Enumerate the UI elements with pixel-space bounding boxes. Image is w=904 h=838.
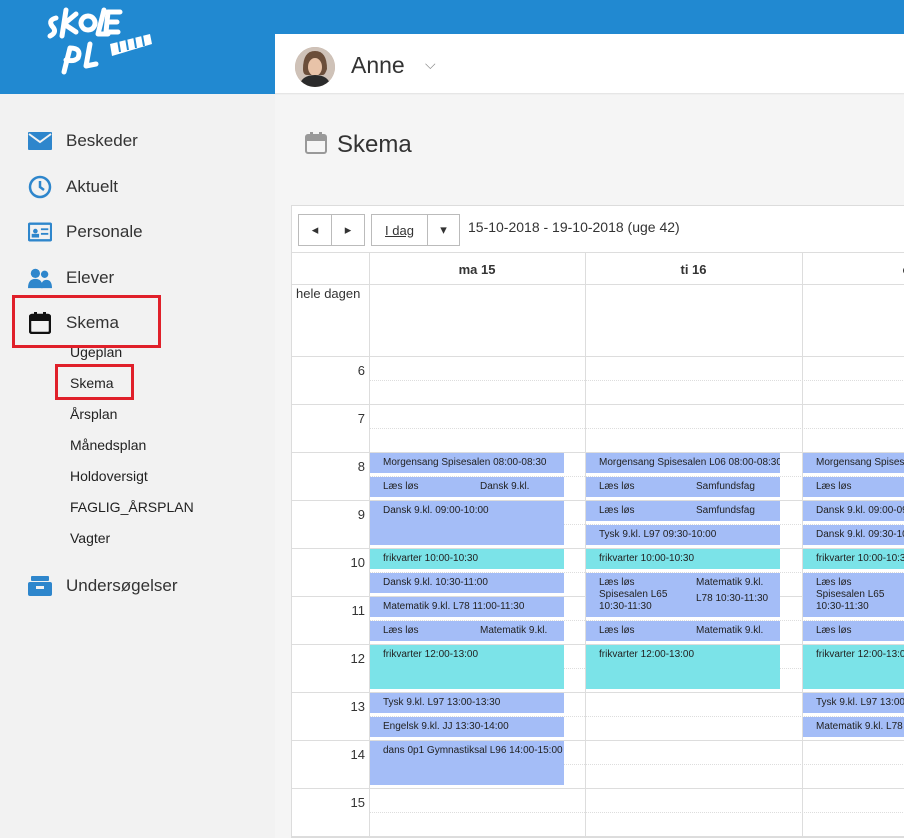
sidebar-subitem-faglig-aarsplan[interactable]: FAGLIG_ÅRSPLAN xyxy=(70,499,194,515)
skoleplan-logo[interactable] xyxy=(42,4,154,84)
inbox-icon xyxy=(28,574,52,598)
calendar-event[interactable]: Matematik 9.kl. L78 13:30-14:00 xyxy=(803,717,904,737)
users-icon xyxy=(28,266,52,290)
today-button[interactable]: I dag xyxy=(371,214,428,246)
prev-week-button[interactable]: ◂ xyxy=(298,214,332,246)
sidebar-item-personale[interactable]: Personale xyxy=(28,217,143,247)
calendar-event-break[interactable]: frikvarter 12:00-13:00 xyxy=(370,645,564,689)
calendar-event-break[interactable]: frikvarter 10:00-10:30 xyxy=(803,549,904,569)
view-dropdown-button[interactable]: ▾ xyxy=(427,214,460,246)
calendar-event-break[interactable]: frikvarter 12:00-13:00 xyxy=(586,645,780,689)
logo-area xyxy=(0,0,275,94)
calendar-event[interactable]: Læs løs Samfundsfag xyxy=(586,477,780,497)
grid-line xyxy=(802,252,803,837)
sidebar-item-elever[interactable]: Elever xyxy=(28,263,114,293)
hour-grid-line xyxy=(292,836,904,837)
sidebar: Beskeder Aktuelt Personale Elever Skema … xyxy=(0,94,275,838)
calendar-event[interactable]: Engelsk 9.kl. JJ 13:30-14:00 xyxy=(370,717,564,737)
calendar-event[interactable]: Tysk 9.kl. L97 09:30-10:00 xyxy=(586,525,780,545)
calendar-event[interactable]: Læs løs Spisesalen L65 10:30-11:30 Matem… xyxy=(586,573,780,617)
hour-label: 10 xyxy=(350,555,365,570)
envelope-icon xyxy=(28,129,52,153)
sidebar-item-label: Aktuelt xyxy=(66,177,118,196)
sidebar-item-label: Personale xyxy=(66,222,143,241)
sidebar-item-undersoegelser[interactable]: Undersøgelser xyxy=(28,571,178,601)
hour-label: 8 xyxy=(357,459,365,474)
sidebar-subitem-holdoversigt[interactable]: Holdoversigt xyxy=(70,468,148,484)
sidebar-subitem-maanedsplan[interactable]: Månedsplan xyxy=(70,437,146,453)
day-header-mon[interactable]: ma 15 xyxy=(369,254,585,284)
calendar-event[interactable]: Dansk 9.kl. 09:30-10:00 xyxy=(803,525,904,545)
sidebar-subitem-aarsplan[interactable]: Årsplan xyxy=(70,406,117,422)
user-header: Anne ⌵ xyxy=(275,34,904,94)
hour-label: 11 xyxy=(351,603,366,618)
all-day-label: hele dagen xyxy=(296,286,361,301)
next-week-button[interactable]: ▸ xyxy=(331,214,365,246)
grid-line xyxy=(585,252,586,837)
calendar-event[interactable]: Tysk 9.kl. L97 13:00-13:30 xyxy=(803,693,904,713)
highlight-box-skema xyxy=(12,295,161,348)
calendar-event-break[interactable]: frikvarter 12:00-13:00 xyxy=(803,645,904,689)
calendar-event[interactable]: Morgensang Spisesalen 08:00-08:30 xyxy=(370,453,564,473)
calendar-event[interactable]: Læs løs Dansk 9.kl. xyxy=(370,477,564,497)
hour-label: 13 xyxy=(350,699,365,714)
user-name[interactable]: Anne xyxy=(351,52,405,79)
grid-line xyxy=(292,252,904,253)
half-hour-grid-line xyxy=(369,812,904,813)
calendar-event[interactable]: Læs løs xyxy=(803,477,904,497)
date-range: 15-10-2018 - 19-10-2018 (uge 42) xyxy=(468,219,680,235)
page-title: Skema xyxy=(337,131,412,158)
calendar-event[interactable]: Dansk 9.kl. 09:00-09:30 xyxy=(803,501,904,521)
calendar-event[interactable]: Morgensang Spisesalen xyxy=(803,453,904,473)
sidebar-subitem-vagter[interactable]: Vagter xyxy=(70,530,110,546)
calendar-event[interactable]: Tysk 9.kl. L97 13:00-13:30 xyxy=(370,693,564,713)
sidebar-item-label: Elever xyxy=(66,268,115,287)
hour-label: 6 xyxy=(357,363,365,378)
calendar-event-break[interactable]: frikvarter 10:00-10:30 xyxy=(370,549,564,569)
calendar-event[interactable]: Dansk 9.kl. 10:30-11:00 xyxy=(370,573,564,593)
sidebar-item-label: Beskeder xyxy=(66,131,138,150)
clock-icon xyxy=(28,175,52,199)
grid-line xyxy=(292,356,904,357)
half-hour-grid-line xyxy=(369,380,904,381)
day-header-tue[interactable]: ti 16 xyxy=(585,254,802,284)
id-card-icon xyxy=(28,220,52,244)
calendar-event[interactable]: Læs løs Spisesalen L65 10:30-11:30 xyxy=(803,573,904,617)
hour-label: 7 xyxy=(357,411,365,426)
avatar[interactable] xyxy=(295,47,335,87)
hour-label: 9 xyxy=(357,507,365,522)
calendar-event-break[interactable]: frikvarter 10:00-10:30 xyxy=(586,549,780,569)
calendar-event[interactable]: dans 0p1 Gymnastiksal L96 14:00-15:00 xyxy=(370,741,564,785)
calendar-icon xyxy=(305,131,327,159)
calendar-event[interactable]: Dansk 9.kl. 09:00-10:00 xyxy=(370,501,564,545)
main-content: Skema ◂ ▸ I dag ▾ 15-10-2018 - 19-10-201… xyxy=(275,95,904,838)
chevron-down-icon[interactable]: ⌵ xyxy=(425,56,436,73)
calendar-panel: ◂ ▸ I dag ▾ 15-10-2018 - 19-10-2018 (uge… xyxy=(291,205,904,838)
grid-line xyxy=(292,284,904,285)
calendar-event[interactable]: Læs løs Samfundsfag xyxy=(586,501,780,521)
sidebar-item-aktuelt[interactable]: Aktuelt xyxy=(28,172,118,202)
calendar-event[interactable]: Morgensang Spisesalen L06 08:00-08:30 xyxy=(586,453,780,473)
hour-label: 15 xyxy=(350,795,365,810)
hour-label: 12 xyxy=(350,651,365,666)
highlight-box-subitem-skema xyxy=(55,364,134,400)
calendar-event[interactable]: Matematik 9.kl. L78 11:00-11:30 xyxy=(370,597,564,617)
calendar-event[interactable]: Læs løs Matematik 9.kl. xyxy=(370,621,564,641)
sidebar-item-beskeder[interactable]: Beskeder xyxy=(28,126,138,156)
sidebar-item-label: Undersøgelser xyxy=(66,576,178,595)
hour-label: 14 xyxy=(350,747,365,762)
calendar-event[interactable]: Læs løs Matematik 9.kl. xyxy=(586,621,780,641)
day-header-wed[interactable]: on xyxy=(802,254,904,284)
calendar-event[interactable]: Læs løs xyxy=(803,621,904,641)
half-hour-grid-line xyxy=(369,428,904,429)
hour-grid-line xyxy=(292,404,904,405)
page-heading: Skema xyxy=(305,131,412,159)
hour-grid-line xyxy=(292,788,904,789)
